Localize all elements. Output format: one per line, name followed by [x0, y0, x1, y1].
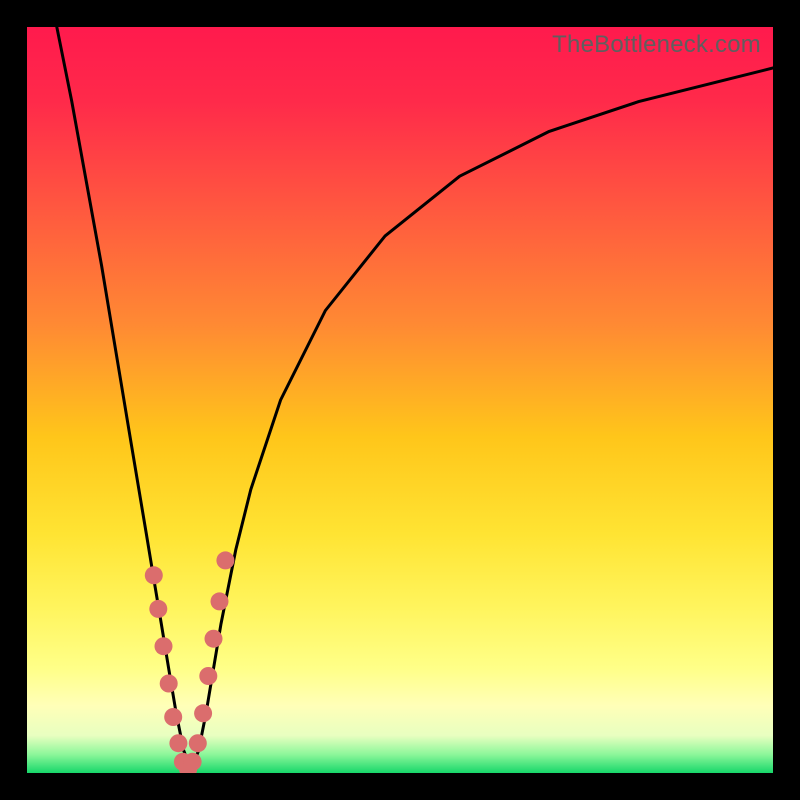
marker-point	[169, 734, 187, 752]
marker-point	[194, 704, 212, 722]
marker-point	[164, 708, 182, 726]
marker-point	[211, 592, 229, 610]
marker-point	[149, 600, 167, 618]
marker-point	[199, 667, 217, 685]
bottleneck-chart	[27, 27, 773, 773]
marker-point	[184, 753, 202, 771]
marker-point	[189, 734, 207, 752]
chart-plot-area: TheBottleneck.com	[27, 27, 773, 773]
watermark-text: TheBottleneck.com	[552, 31, 761, 59]
marker-point	[145, 566, 163, 584]
marker-point	[205, 630, 223, 648]
highlighted-points	[145, 551, 235, 773]
marker-point	[160, 675, 178, 693]
bottleneck-curve	[57, 27, 773, 769]
marker-point	[155, 637, 173, 655]
marker-point	[216, 551, 234, 569]
